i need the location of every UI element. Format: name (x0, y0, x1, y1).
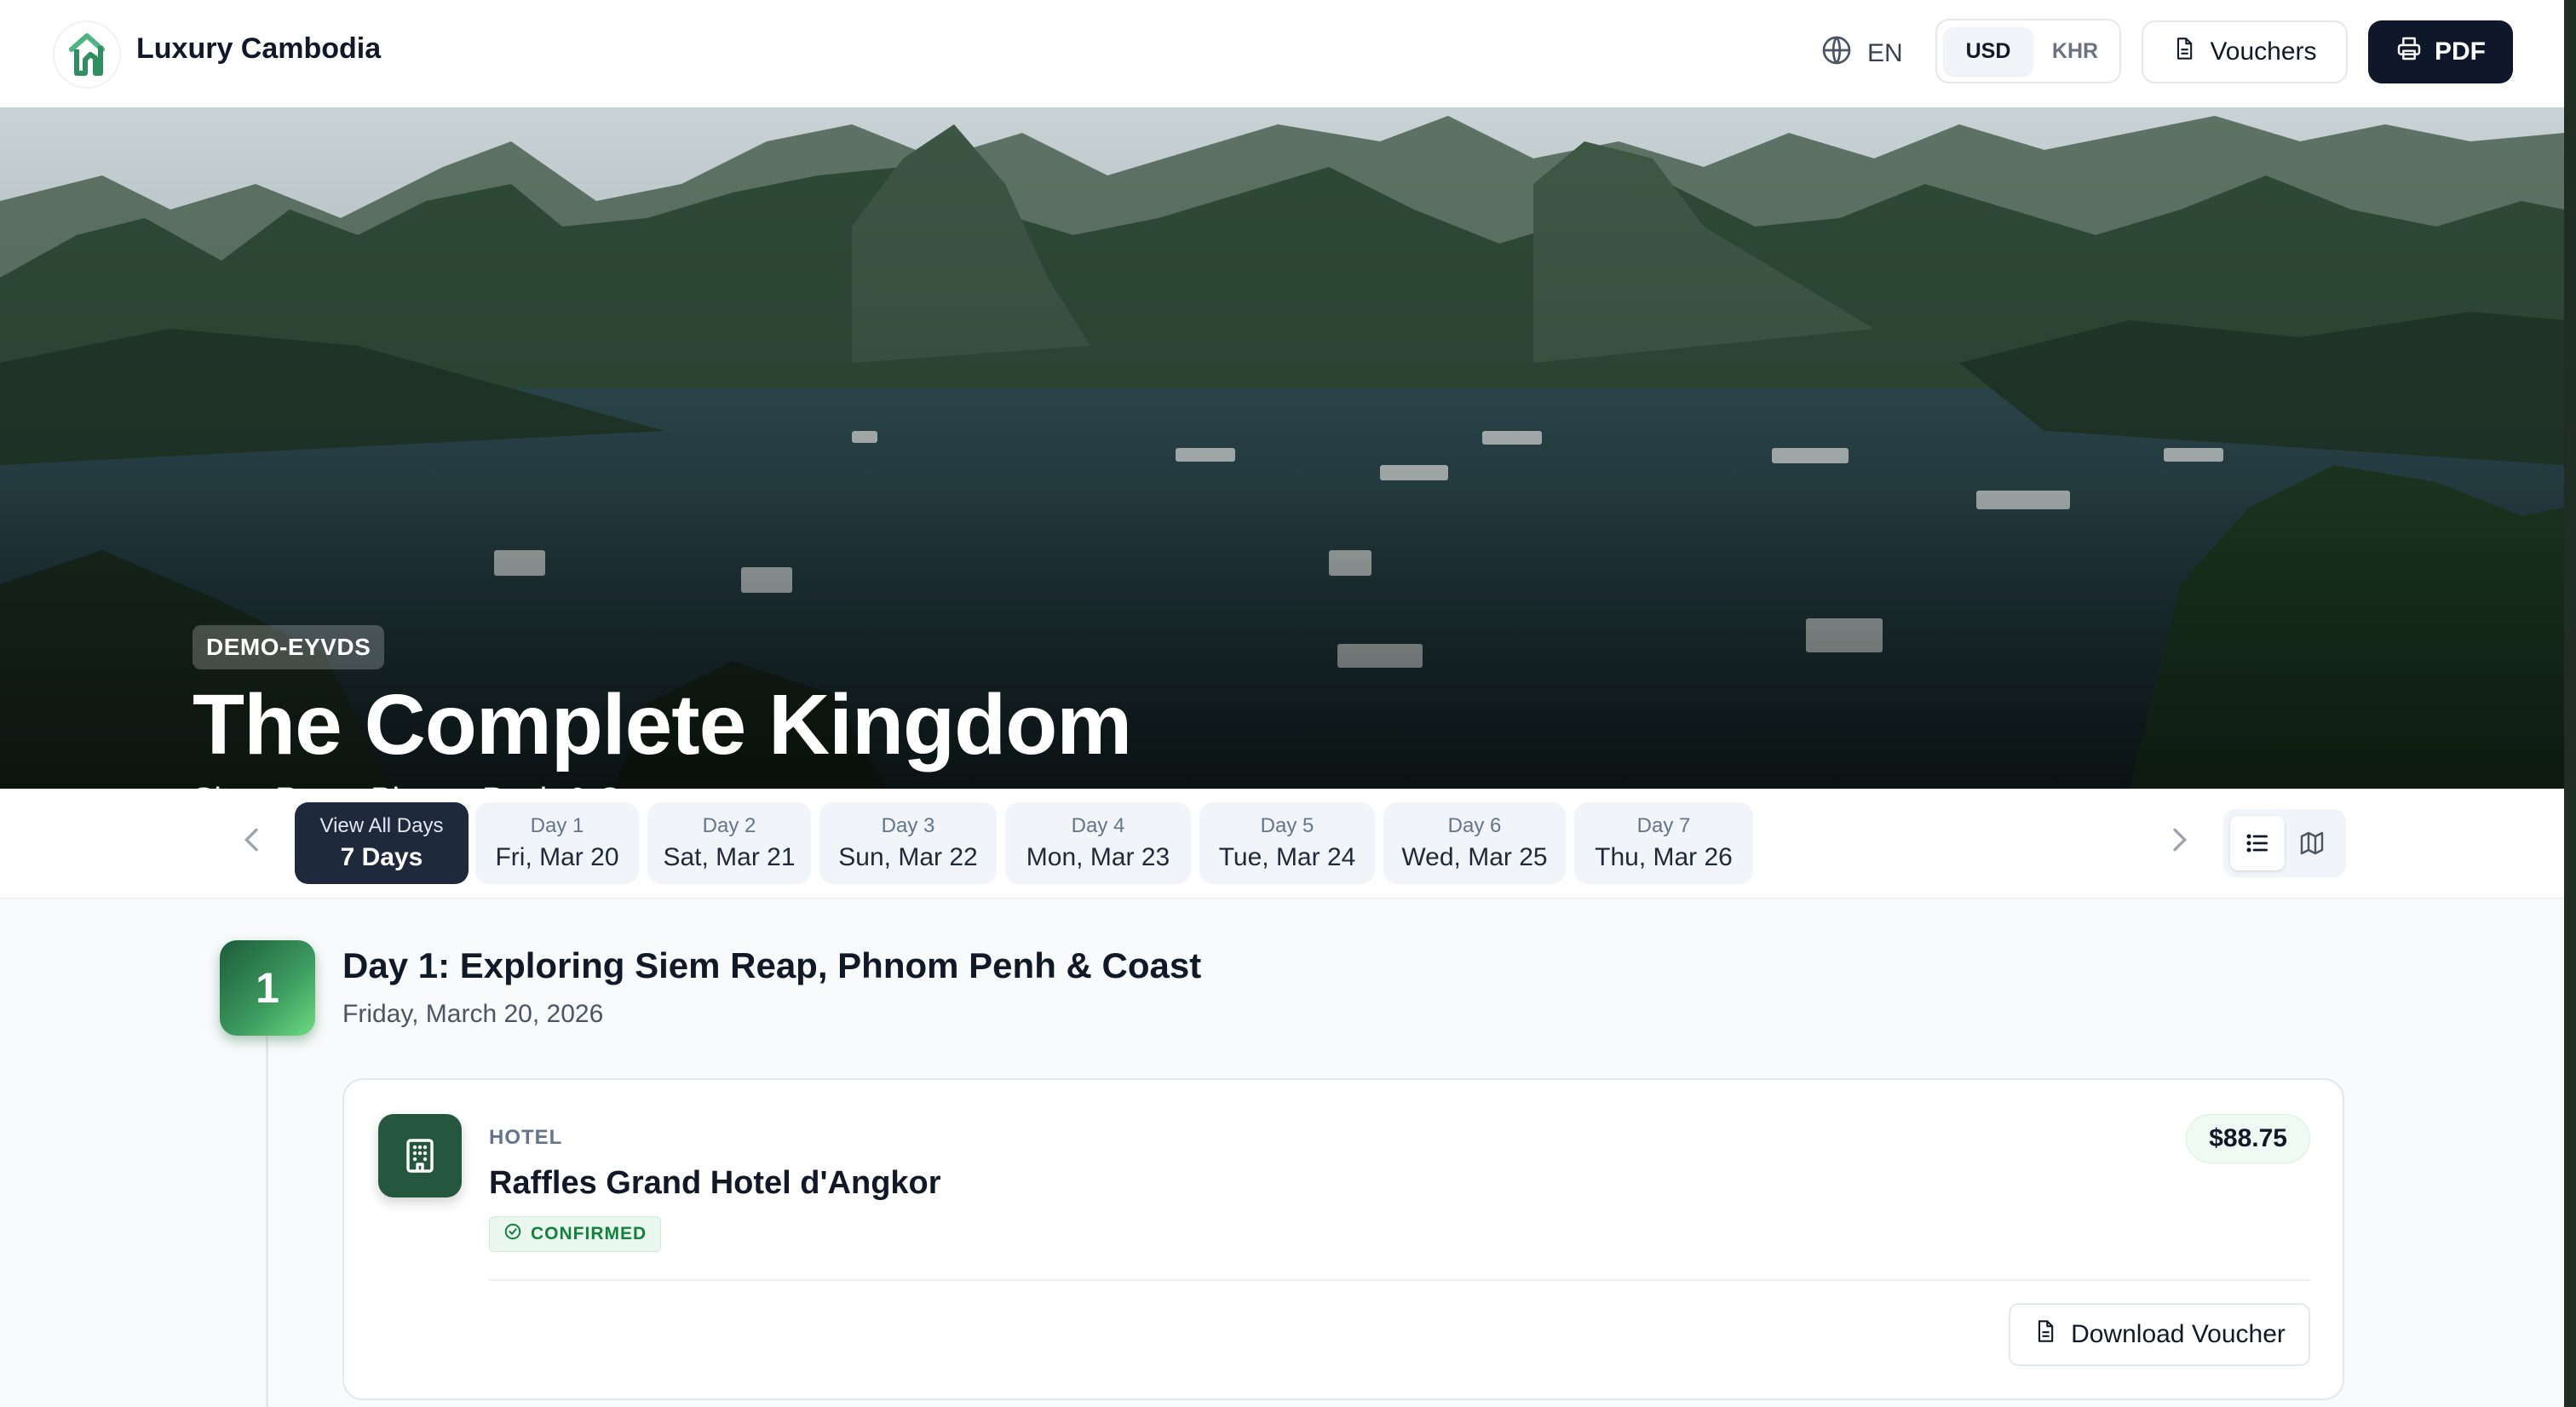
day-tab-2[interactable]: Day 2 Sat, Mar 21 (647, 802, 811, 884)
day-tab-all[interactable]: View All Days 7 Days (295, 802, 469, 884)
language-label: EN (1867, 39, 1903, 67)
currency-toggle: USD KHR (1935, 19, 2121, 83)
day-date: Friday, March 20, 2026 (342, 1000, 604, 1028)
hotel-name: Raffles Grand Hotel d'Angkor (489, 1165, 941, 1201)
trip-code-badge: DEMO-EYVDS (193, 625, 385, 669)
document-icon (2172, 35, 2196, 69)
brand-name[interactable]: Luxury Cambodia (136, 32, 381, 66)
page-subtitle: Siem Reap, Phnom Penh & Coast (193, 782, 682, 789)
day-tab-label: Day 5 (1260, 814, 1314, 837)
page-title: The Complete Kingdom (193, 677, 1132, 772)
day-tab-label: Day 4 (1071, 814, 1125, 837)
document-icon (2033, 1318, 2057, 1352)
day-tab-1[interactable]: Day 1 Fri, Mar 20 (475, 802, 639, 884)
timeline-line (266, 1036, 268, 1407)
list-view-button[interactable] (2230, 816, 2285, 870)
day-tab-label: Day 1 (530, 814, 584, 837)
day-tab-date: Sun, Mar 22 (838, 843, 978, 871)
status-label: CONFIRMED (531, 1224, 647, 1243)
vouchers-label: Vouchers (2210, 37, 2317, 66)
hotel-booking-card: HOTEL Raffles Grand Hotel d'Angkor CONFI… (342, 1078, 2344, 1400)
card-divider (489, 1279, 2310, 1281)
hotel-building-icon (378, 1114, 462, 1197)
day-tab-date: 7 Days (340, 843, 423, 871)
currency-khr-button[interactable]: KHR (2034, 27, 2116, 75)
day-tab-label: Day 6 (1447, 814, 1502, 837)
chevron-right-icon[interactable] (2162, 823, 2196, 857)
day-tab-date: Sat, Mar 21 (663, 843, 796, 871)
download-voucher-button[interactable]: Download Voucher (2009, 1303, 2310, 1366)
day-tab-4[interactable]: Day 4 Mon, Mar 23 (1005, 802, 1191, 884)
day-tab-5[interactable]: Day 5 Tue, Mar 24 (1199, 802, 1375, 884)
map-icon (2300, 831, 2324, 855)
printer-icon (2395, 35, 2423, 69)
check-circle-icon (503, 1222, 522, 1246)
scrollbar[interactable] (2564, 0, 2576, 1407)
day-tab-label: Day 2 (702, 814, 756, 837)
pdf-label: PDF (2435, 37, 2486, 66)
day-tab-label: View All Days (319, 814, 444, 837)
language-selector[interactable]: EN (1820, 32, 1903, 75)
day-tab-3[interactable]: Day 3 Sun, Mar 22 (819, 802, 997, 884)
day-tab-date: Wed, Mar 25 (1401, 843, 1548, 871)
view-mode-toggle (2223, 809, 2346, 877)
hero-banner: DEMO-EYVDS The Complete Kingdom Siem Rea… (0, 107, 2564, 789)
list-icon (2246, 834, 2268, 853)
day-tab-date: Mon, Mar 23 (1026, 843, 1170, 871)
map-view-button[interactable] (2285, 816, 2339, 870)
brand-logo-icon[interactable] (53, 20, 121, 89)
top-bar: Luxury Cambodia EN USD KHR Vouchers PDF (0, 0, 2564, 108)
day-tab-7[interactable]: Day 7 Thu, Mar 26 (1574, 802, 1753, 884)
day-number-badge: 1 (220, 940, 315, 1036)
day-tab-6[interactable]: Day 6 Wed, Mar 25 (1383, 802, 1566, 884)
price-badge: $88.75 (2186, 1114, 2310, 1163)
status-badge: CONFIRMED (489, 1216, 662, 1252)
day-tab-date: Tue, Mar 24 (1218, 843, 1356, 871)
booking-category: HOTEL (489, 1126, 563, 1149)
day-navigation: View All Days 7 Days Day 1 Fri, Mar 20 D… (0, 789, 2564, 899)
day-tab-date: Fri, Mar 20 (495, 843, 619, 871)
day-title: Day 1: Exploring Siem Reap, Phnom Penh &… (342, 945, 1202, 985)
globe-icon (1820, 33, 1854, 74)
vouchers-button[interactable]: Vouchers (2142, 20, 2348, 83)
currency-usd-button[interactable]: USD (1944, 27, 2033, 75)
pdf-button[interactable]: PDF (2368, 20, 2513, 83)
download-voucher-label: Download Voucher (2071, 1320, 2286, 1348)
chevron-left-icon[interactable] (235, 823, 269, 857)
day-tab-label: Day 3 (881, 814, 935, 837)
day-tab-date: Thu, Mar 26 (1595, 843, 1733, 871)
day-tab-label: Day 7 (1636, 814, 1691, 837)
